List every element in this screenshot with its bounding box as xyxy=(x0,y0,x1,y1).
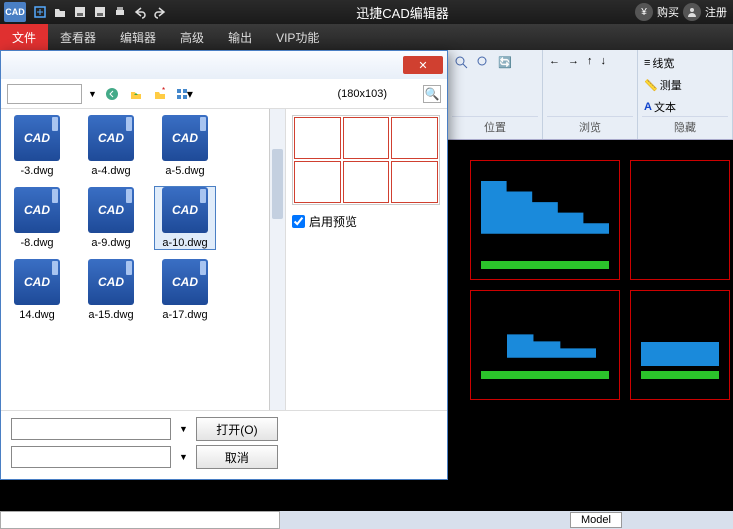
cad-file-icon: CAD xyxy=(88,187,134,233)
app-title: 迅捷CAD编辑器 xyxy=(170,3,635,22)
dialog-toolbar: ▼ * ▾ (180x103) 🔍 xyxy=(1,79,447,109)
file-label: a-5.dwg xyxy=(155,165,215,177)
file-label: a-4.dwg xyxy=(81,165,141,177)
file-item[interactable]: CAD a-4.dwg xyxy=(81,115,141,177)
open-icon[interactable] xyxy=(50,2,70,22)
currency-icon: ¥ xyxy=(635,3,653,21)
file-item[interactable]: CAD 14.dwg xyxy=(7,259,67,321)
menu-vip[interactable]: VIP功能 xyxy=(264,24,331,50)
file-item[interactable]: CAD a-15.dwg xyxy=(81,259,141,321)
file-label: -3.dwg xyxy=(7,165,67,177)
zoom-in-icon[interactable] xyxy=(452,54,470,70)
linewidth-btn[interactable]: ≡ 线宽 xyxy=(642,54,728,72)
nav-up-icon[interactable]: ↑ xyxy=(585,54,595,68)
menubar: 文件 查看器 编辑器 高级 输出 VIP功能 xyxy=(0,24,733,50)
buy-link[interactable]: 购买 xyxy=(657,4,679,20)
file-label: a-15.dwg xyxy=(81,309,141,321)
close-button[interactable]: ✕ xyxy=(403,56,443,74)
nav-left-icon[interactable]: ← xyxy=(547,54,562,68)
statusbar: Model xyxy=(0,511,733,529)
path-dropdown[interactable] xyxy=(7,84,82,104)
file-label: a-9.dwg xyxy=(81,237,141,249)
svg-text:*: * xyxy=(162,87,165,95)
up-folder-icon[interactable] xyxy=(127,85,145,103)
cad-file-icon: CAD xyxy=(14,187,60,233)
model-tab[interactable]: Model xyxy=(570,512,622,528)
filetype-combo[interactable] xyxy=(11,446,171,468)
file-open-dialog: ✕ ▼ * ▾ (180x103) 🔍 CAD-3.dwgCADa-4.dwgC… xyxy=(0,50,448,480)
user-icon xyxy=(683,3,701,21)
preview-image xyxy=(292,115,440,205)
cad-file-icon: CAD xyxy=(162,259,208,305)
nav-back-icon[interactable] xyxy=(103,85,121,103)
cancel-button[interactable]: 取消 xyxy=(196,445,278,469)
file-label: -8.dwg xyxy=(7,237,67,249)
menu-advanced[interactable]: 高级 xyxy=(168,24,216,50)
dialog-titlebar: ✕ xyxy=(1,51,447,79)
preview-dimensions: (180x103) xyxy=(337,88,387,100)
file-label: a-10.dwg xyxy=(155,237,215,249)
view-mode-icon[interactable]: ▾ xyxy=(175,85,193,103)
titlebar: CAD 迅捷CAD编辑器 ¥ 购买 注册 xyxy=(0,0,733,24)
cad-file-icon: CAD xyxy=(14,115,60,161)
ribbon-group-browse-label: 浏览 xyxy=(547,116,633,135)
filename-combo[interactable] xyxy=(11,418,171,440)
undo-icon[interactable] xyxy=(130,2,150,22)
menu-editor[interactable]: 编辑器 xyxy=(108,24,168,50)
ribbon-group-position-label: 位置 xyxy=(452,116,538,135)
command-input[interactable] xyxy=(0,511,280,529)
zoom-out-icon[interactable] xyxy=(474,54,492,70)
dialog-footer: ▼ 打开(O) ▼ 取消 xyxy=(1,410,447,479)
new-folder-icon[interactable]: * xyxy=(151,85,169,103)
cad-file-icon: CAD xyxy=(162,115,208,161)
cad-file-icon: CAD xyxy=(162,187,208,233)
file-item[interactable]: CAD a-17.dwg xyxy=(155,259,215,321)
register-link[interactable]: 注册 xyxy=(705,4,727,20)
measure-btn[interactable]: 📏 测量 xyxy=(642,76,728,94)
preview-zoom-icon[interactable]: 🔍 xyxy=(423,85,441,103)
ribbon-group-hide-label: 隐藏 xyxy=(642,116,728,135)
file-item[interactable]: CAD -8.dwg xyxy=(7,187,67,249)
file-item[interactable]: CAD a-9.dwg xyxy=(81,187,141,249)
open-button[interactable]: 打开(O) xyxy=(196,417,278,441)
cad-file-icon: CAD xyxy=(88,259,134,305)
menu-viewer[interactable]: 查看器 xyxy=(48,24,108,50)
file-list: CAD-3.dwgCADa-4.dwgCADa-5.dwgCAD-8.dwgCA… xyxy=(1,109,269,410)
preview-pane: 启用预览 xyxy=(285,109,447,410)
file-item[interactable]: CAD -3.dwg xyxy=(7,115,67,177)
refresh-icon[interactable]: 🔄 xyxy=(496,54,514,70)
file-label: a-17.dwg xyxy=(155,309,215,321)
print-icon[interactable] xyxy=(110,2,130,22)
cad-file-icon: CAD xyxy=(88,115,134,161)
app-logo: CAD xyxy=(4,2,26,22)
new-icon[interactable] xyxy=(30,2,50,22)
nav-right-icon[interactable]: → xyxy=(566,54,581,68)
file-item[interactable]: CAD a-10.dwg xyxy=(155,187,215,249)
saveas-icon[interactable] xyxy=(90,2,110,22)
cad-file-icon: CAD xyxy=(14,259,60,305)
redo-icon[interactable] xyxy=(150,2,170,22)
file-item[interactable]: CAD a-5.dwg xyxy=(155,115,215,177)
file-label: 14.dwg xyxy=(7,309,67,321)
save-icon[interactable] xyxy=(70,2,90,22)
enable-preview-checkbox[interactable]: 启用预览 xyxy=(292,213,441,230)
text-btn[interactable]: A 文本 xyxy=(642,98,728,116)
nav-down-icon[interactable]: ↓ xyxy=(599,54,609,68)
ribbon-right-groups: 🔄 位置 ← → ↑ ↓ 浏览 ≡ 线宽 📏 测量 A 文本 隐藏 xyxy=(448,50,733,140)
scrollbar[interactable] xyxy=(269,109,285,410)
menu-output[interactable]: 输出 xyxy=(216,24,264,50)
menu-file[interactable]: 文件 xyxy=(0,24,48,50)
